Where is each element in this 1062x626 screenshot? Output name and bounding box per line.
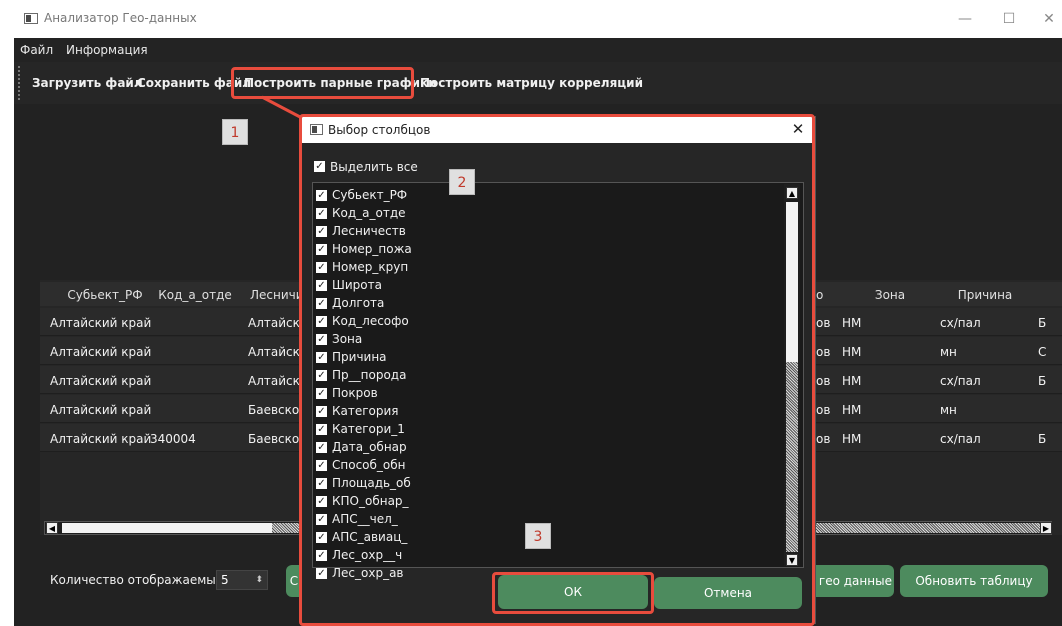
refresh-table-button[interactable]: Обновить таблицу — [900, 565, 1048, 597]
table-cell[interactable]: ов — [816, 316, 830, 330]
table-cell[interactable]: Баевское — [248, 403, 307, 417]
table-cell[interactable]: НМ — [842, 345, 861, 359]
row-count-label: Количество отображаемых с — [50, 573, 234, 587]
menu-info[interactable]: Информация — [66, 43, 148, 57]
table-cell[interactable]: Б — [1038, 316, 1046, 330]
table-cell[interactable]: Алтайский край — [50, 403, 151, 417]
app-icon — [24, 13, 38, 24]
maximize-icon[interactable]: ☐ — [994, 8, 1024, 30]
column-header[interactable]: Лесничи — [250, 288, 304, 302]
column-header[interactable]: Зона — [845, 288, 935, 302]
table-cell[interactable]: Баевское — [248, 432, 307, 446]
window-title: Анализатор Гео-данных — [44, 11, 197, 25]
annotation-box-ok — [492, 572, 654, 614]
annotation-badge-2: 2 — [449, 169, 475, 195]
row-count-spinbox[interactable]: 5 ⬍ — [216, 570, 268, 590]
table-cell[interactable]: ов — [816, 403, 830, 417]
toolbar-grip[interactable] — [18, 66, 21, 100]
scroll-left-icon[interactable]: ◀ — [46, 522, 58, 534]
column-header[interactable]: Причина — [935, 288, 1035, 302]
table-cell[interactable]: Алтайский край — [50, 316, 151, 330]
scroll-right-icon[interactable]: ▶ — [1040, 522, 1052, 534]
table-cell[interactable]: Б — [1038, 432, 1046, 446]
table-cell[interactable]: Алтайский край — [50, 345, 151, 359]
table-cell[interactable]: НМ — [842, 432, 861, 446]
menu-file[interactable]: Файл — [20, 43, 53, 57]
left-edge — [0, 38, 14, 626]
spin-arrows-icon[interactable]: ⬍ — [255, 571, 263, 589]
column-header[interactable]: о — [816, 288, 836, 302]
table-cell[interactable]: С — [1038, 345, 1046, 359]
geo-data-button[interactable]: ь гео данные — [806, 565, 894, 597]
annotation-badge-1: 1 — [222, 119, 248, 145]
row-count-value[interactable]: 5 — [221, 573, 229, 587]
table-cell[interactable]: ов — [816, 374, 830, 388]
table-cell[interactable]: ов — [816, 345, 830, 359]
table-cell[interactable]: Б — [1038, 374, 1046, 388]
table-cell[interactable]: сх/пал — [940, 316, 981, 330]
annotation-box-toolbar — [231, 67, 414, 99]
horizontal-scroll-thumb[interactable] — [62, 523, 272, 533]
table-cell[interactable]: ов — [816, 432, 830, 446]
table-cell[interactable]: НМ — [842, 403, 861, 417]
menu-bar — [14, 38, 1062, 62]
table-cell[interactable]: мн — [940, 403, 957, 417]
correlation-matrix-button[interactable]: Построить матрицу корреляций — [420, 76, 643, 90]
table-cell[interactable]: сх/пал — [940, 432, 981, 446]
minimize-icon[interactable]: — — [950, 8, 980, 30]
annotation-box-dialog — [299, 114, 815, 626]
close-icon[interactable]: ✕ — [1034, 8, 1062, 30]
table-cell[interactable]: сх/пал — [940, 374, 981, 388]
table-cell[interactable]: Алтайский край — [50, 374, 151, 388]
table-cell[interactable]: Алтайский край — [50, 432, 151, 446]
column-header[interactable]: Субьект_РФ — [60, 288, 150, 302]
table-cell[interactable]: НМ — [842, 374, 861, 388]
annotation-badge-3: 3 — [525, 523, 551, 549]
table-cell[interactable]: 340004 — [150, 432, 196, 446]
table-cell[interactable]: мн — [940, 345, 957, 359]
table-cell[interactable]: НМ — [842, 316, 861, 330]
load-file-button[interactable]: Загрузить файл — [32, 76, 143, 90]
column-header[interactable]: Код_а_отде — [150, 288, 240, 302]
